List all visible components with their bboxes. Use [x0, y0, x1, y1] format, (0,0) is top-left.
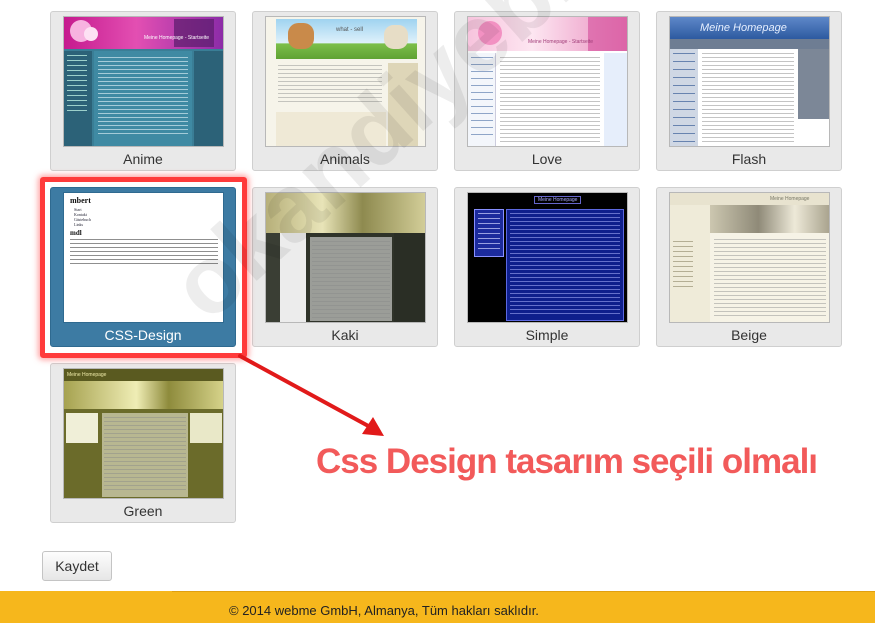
- thumb-heading: mbert: [70, 196, 91, 205]
- theme-tile-green[interactable]: Meine Homepage Green: [50, 363, 236, 523]
- annotation-text: Css Design tasarım seçili olmalı: [316, 442, 818, 481]
- thumb-subheading: mdl: [70, 229, 82, 237]
- theme-tile-love[interactable]: Meine Homepage - Startseite Love: [454, 11, 640, 171]
- theme-thumbnail-animals: what - sell: [265, 16, 426, 147]
- theme-label: Kaki: [331, 327, 359, 343]
- theme-tile-css-design[interactable]: mbert Start Kontakt Gästebuch Links mdl …: [50, 187, 236, 347]
- theme-label: Animals: [320, 151, 370, 167]
- theme-label: Anime: [123, 151, 163, 167]
- thumb-title: Meine Homepage - Startseite: [528, 39, 594, 45]
- thumb-title: Meine Homepage: [770, 196, 810, 202]
- thumb-title: Meine Homepage: [67, 372, 107, 378]
- thumb-title: Meine Homepage - Startseite: [144, 35, 210, 41]
- thumb-title: Meine Homepage: [534, 196, 582, 204]
- theme-tile-beige[interactable]: Meine Homepage Beige: [656, 187, 842, 347]
- save-button[interactable]: Kaydet: [42, 551, 112, 581]
- theme-thumbnail-kaki: [265, 192, 426, 323]
- theme-label: Beige: [731, 327, 767, 343]
- theme-label: Flash: [731, 151, 767, 167]
- theme-thumbnail-simple: Meine Homepage: [467, 192, 628, 323]
- theme-tile-kaki[interactable]: Kaki: [252, 187, 438, 347]
- footer-copyright: © 2014 webme GmbH, Almanya, Tüm hakları …: [229, 603, 539, 618]
- theme-tile-flash[interactable]: Meine Homepage Flash: [656, 11, 842, 171]
- theme-label: Simple: [525, 327, 569, 343]
- footer: © 2014 webme GmbH, Almanya, Tüm hakları …: [0, 591, 875, 623]
- theme-thumbnail-anime: Meine Homepage - Startseite: [63, 16, 224, 147]
- theme-tile-simple[interactable]: Meine Homepage Simple: [454, 187, 640, 347]
- theme-thumbnail-green: Meine Homepage: [63, 368, 224, 499]
- theme-thumbnail-flash: Meine Homepage: [669, 16, 830, 147]
- theme-label: CSS-Design: [104, 327, 182, 343]
- theme-thumbnail-css-design: mbert Start Kontakt Gästebuch Links mdl: [63, 192, 224, 323]
- theme-label: Green: [123, 503, 163, 519]
- theme-label: Love: [531, 151, 563, 167]
- thumb-list-item: Links: [74, 222, 84, 227]
- thumb-title: what - sell: [336, 27, 364, 33]
- theme-thumbnail-love: Meine Homepage - Startseite: [467, 16, 628, 147]
- theme-thumbnail-beige: Meine Homepage: [669, 192, 830, 323]
- thumb-title: Meine Homepage: [700, 22, 787, 34]
- theme-tile-anime[interactable]: Meine Homepage - Startseite Anime: [50, 11, 236, 171]
- theme-tile-animals[interactable]: what - sell Animals: [252, 11, 438, 171]
